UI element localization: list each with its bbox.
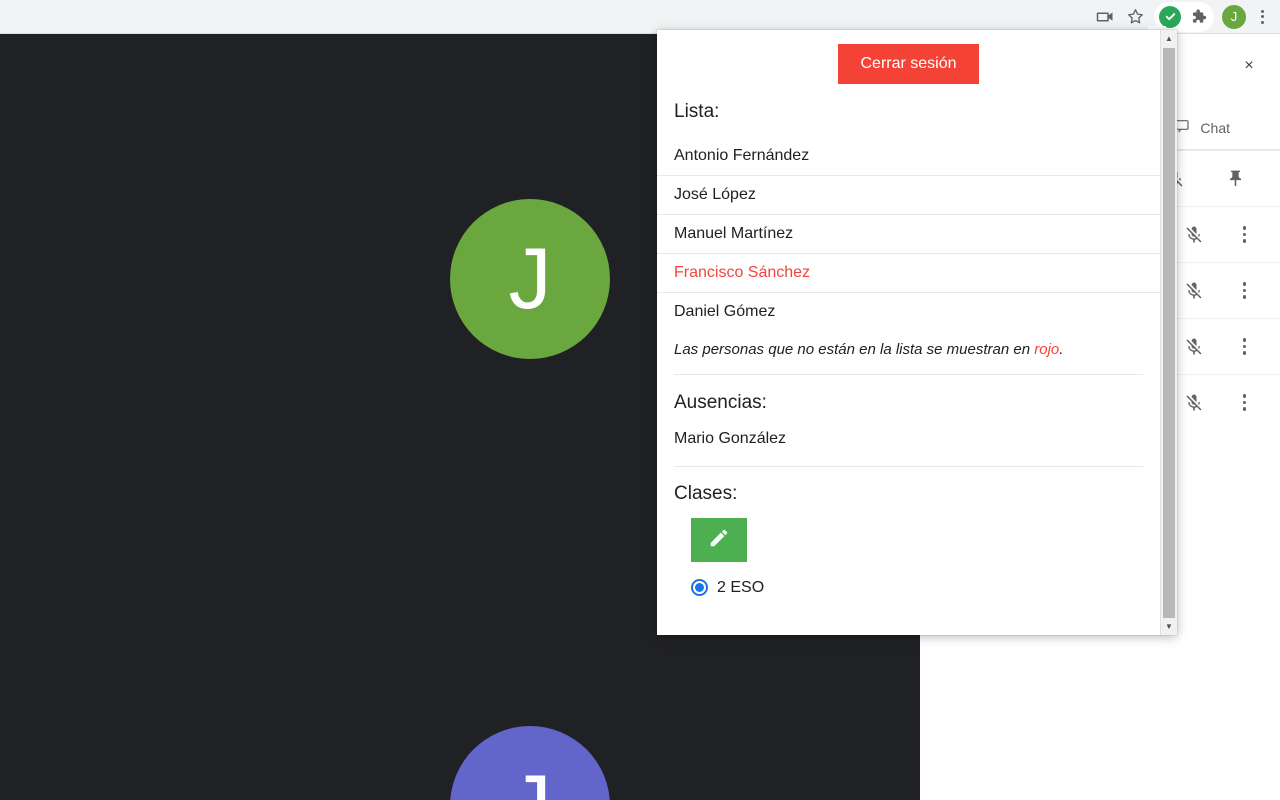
divider [674,465,1143,467]
list-item[interactable]: Francisco Sánchez [657,252,1160,292]
ausencias-rows: Mario González [674,426,1143,464]
profile-avatar[interactable]: J [1222,4,1246,29]
lista-title: Lista: [674,100,720,122]
camera-icon[interactable] [1090,2,1120,32]
logout-wrap: Cerrar sesión [674,30,1143,84]
class-radio[interactable] [691,579,708,597]
list-item[interactable]: Mario González [674,426,1143,464]
pencil-icon [708,527,730,552]
clases-title: Clases: [674,482,738,504]
lista-note: Las personas que no están en la lista se… [674,331,1143,372]
more-options-icon[interactable] [1242,338,1246,355]
pin-icon[interactable] [1224,168,1246,190]
scroll-down-arrow[interactable]: ▼ [1161,618,1177,635]
lista-note-prefix: Las personas que no están en la lista se… [674,340,1035,358]
popup-scroll-area: Cerrar sesión Lista: Antonio Fernández J… [657,30,1160,635]
lista-note-highlight: rojo [1034,340,1060,358]
edit-classes-button[interactable] [691,517,747,562]
popup-scrollbar[interactable]: ▲ ▼ [1160,30,1177,635]
class-label: 2 ESO [717,578,765,596]
divider [674,373,1143,375]
close-icon[interactable]: × [1236,53,1262,79]
lista-note-suffix: . [1059,340,1064,358]
mic-off-icon[interactable] [1183,336,1205,358]
scroll-up-arrow[interactable]: ▲ [1161,30,1177,47]
tab-chat[interactable]: Chat [1200,120,1230,136]
list-item[interactable]: Manuel Martínez [657,213,1160,253]
browser-toolbar: J [0,0,1280,34]
list-item[interactable]: José López [657,174,1160,214]
logout-button[interactable]: Cerrar sesión [838,44,979,84]
list-item[interactable]: Antonio Fernández [657,137,1160,175]
more-options-icon[interactable] [1242,394,1246,411]
list-item[interactable]: Daniel Gómez [657,291,1160,331]
avatar: J [450,199,610,359]
extensions-puzzle-icon[interactable] [1185,4,1211,30]
scrollbar-thumb[interactable] [1163,48,1175,618]
more-options-icon[interactable] [1242,282,1246,299]
check-badge [1159,5,1181,28]
class-options: 2 ESO [691,579,1143,597]
avatar: J [450,726,610,800]
mic-off-icon[interactable] [1183,280,1205,302]
ausencias-title: Ausencias: [674,391,767,413]
more-options-icon[interactable] [1242,226,1246,243]
mic-off-icon[interactable] [1183,224,1205,246]
bookmark-star-icon[interactable] [1120,2,1150,32]
lista-rows: Antonio Fernández José López Manuel Mart… [657,137,1160,331]
extension-popup: Cerrar sesión Lista: Antonio Fernández J… [657,30,1177,635]
mic-off-icon[interactable] [1183,392,1205,414]
chrome-menu-icon[interactable] [1250,2,1274,32]
